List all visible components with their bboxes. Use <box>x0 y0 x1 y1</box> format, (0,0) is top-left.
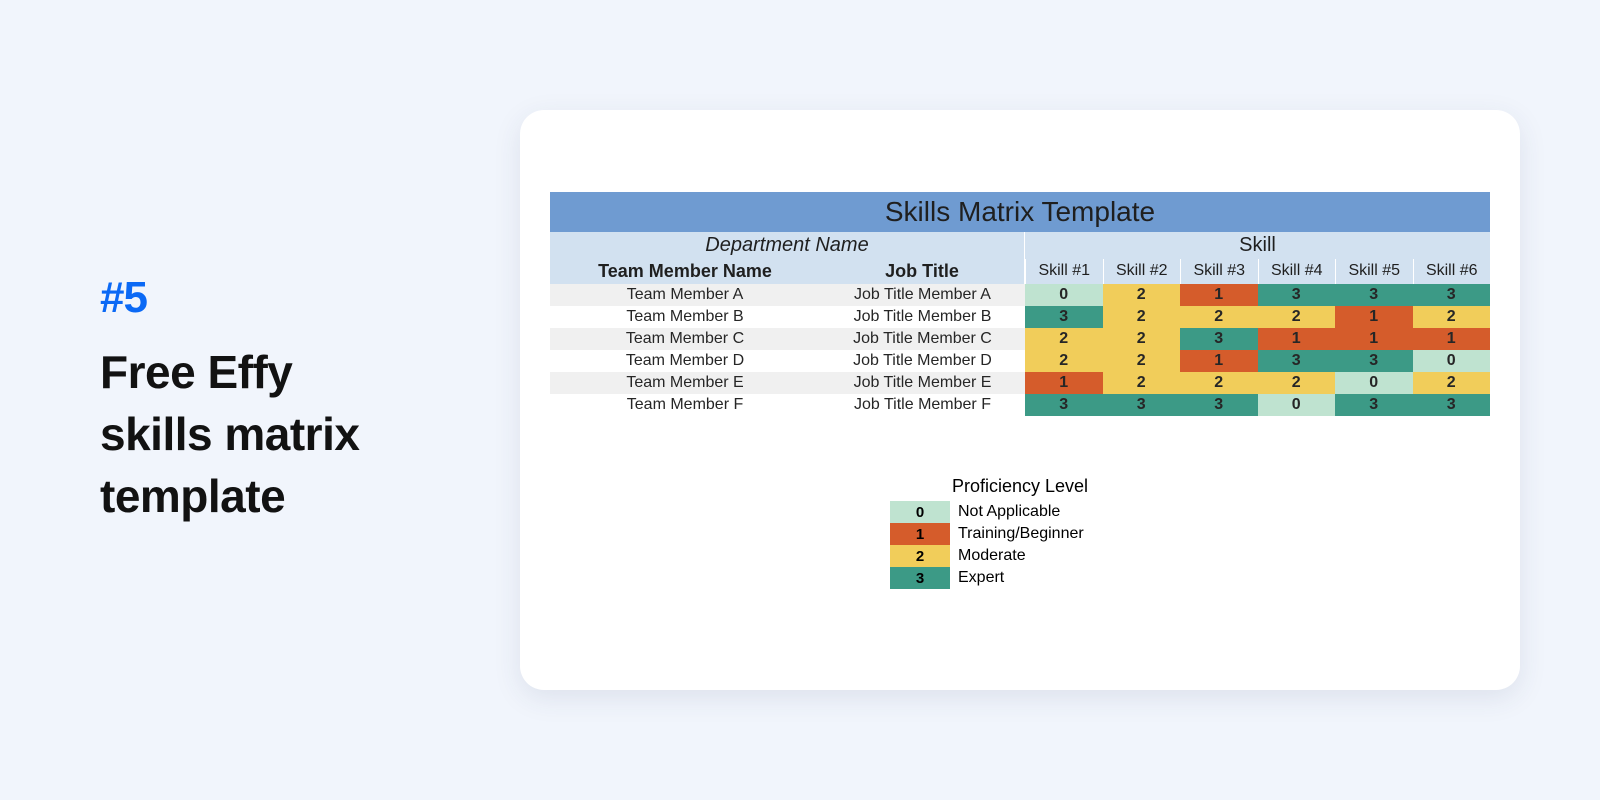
title-line-3: template <box>100 465 460 527</box>
cell-score: 1 <box>1025 372 1103 394</box>
cell-score: 3 <box>1258 284 1336 306</box>
left-column: #5 Free Effy skills matrix template <box>100 273 460 527</box>
item-title: Free Effy skills matrix template <box>100 341 460 527</box>
cell-job-title: Job Title Member B <box>820 306 1025 328</box>
cell-score: 2 <box>1025 350 1103 372</box>
cell-score: 3 <box>1258 350 1336 372</box>
cell-score: 0 <box>1335 372 1413 394</box>
skills-matrix: Skills Matrix Template Department Name S… <box>550 192 1490 416</box>
matrix-body: Team Member AJob Title Member A021333Tea… <box>550 284 1490 416</box>
col-header-skill: Skill #4 <box>1258 259 1336 284</box>
cell-score: 3 <box>1103 394 1181 416</box>
col-header-skill: Skill #6 <box>1413 259 1491 284</box>
title-line-2: skills matrix <box>100 403 460 465</box>
cell-score: 2 <box>1103 306 1181 328</box>
legend-label: Not Applicable <box>950 503 1060 521</box>
cell-member-name: Team Member B <box>550 306 820 328</box>
table-row: Team Member EJob Title Member E122202 <box>550 372 1490 394</box>
legend-title: Proficiency Level <box>890 476 1150 497</box>
col-header-skill: Skill #3 <box>1180 259 1258 284</box>
cell-score: 3 <box>1335 284 1413 306</box>
cell-member-name: Team Member A <box>550 284 820 306</box>
cell-score: 2 <box>1413 372 1491 394</box>
legend-row: 0Not Applicable <box>890 501 1150 523</box>
legend-row: 2Moderate <box>890 545 1150 567</box>
cell-member-name: Team Member E <box>550 372 820 394</box>
cell-score: 2 <box>1258 306 1336 328</box>
proficiency-legend: Proficiency Level 0Not Applicable1Traini… <box>550 476 1490 589</box>
col-header-skill: Skill #5 <box>1335 259 1413 284</box>
cell-score: 0 <box>1258 394 1336 416</box>
cell-job-title: Job Title Member A <box>820 284 1025 306</box>
col-header-skill: Skill #2 <box>1103 259 1181 284</box>
cell-job-title: Job Title Member D <box>820 350 1025 372</box>
table-row: Team Member AJob Title Member A021333 <box>550 284 1490 306</box>
legend-swatch: 3 <box>890 567 950 589</box>
cell-score: 2 <box>1103 328 1181 350</box>
cell-job-title: Job Title Member F <box>820 394 1025 416</box>
template-card: Skills Matrix Template Department Name S… <box>520 110 1520 690</box>
col-header-job: Job Title <box>820 259 1025 284</box>
col-header-member: Team Member Name <box>550 259 820 284</box>
cell-score: 1 <box>1258 328 1336 350</box>
cell-member-name: Team Member C <box>550 328 820 350</box>
cell-score: 3 <box>1413 284 1491 306</box>
cell-score: 2 <box>1180 306 1258 328</box>
cell-job-title: Job Title Member C <box>820 328 1025 350</box>
cell-member-name: Team Member D <box>550 350 820 372</box>
table-row: Team Member DJob Title Member D221330 <box>550 350 1490 372</box>
cell-score: 3 <box>1335 394 1413 416</box>
item-number: #5 <box>100 273 460 323</box>
legend-label: Expert <box>950 569 1004 587</box>
cell-score: 3 <box>1180 394 1258 416</box>
matrix-header-row: Team Member Name Job Title Skill #1 Skil… <box>550 259 1490 284</box>
cell-score: 3 <box>1335 350 1413 372</box>
legend-swatch: 2 <box>890 545 950 567</box>
cell-score: 3 <box>1413 394 1491 416</box>
cell-job-title: Job Title Member E <box>820 372 1025 394</box>
legend-row: 1Training/Beginner <box>890 523 1150 545</box>
cell-score: 1 <box>1180 284 1258 306</box>
cell-score: 3 <box>1025 394 1103 416</box>
cell-score: 2 <box>1103 372 1181 394</box>
legend-label: Training/Beginner <box>950 525 1084 543</box>
cell-score: 2 <box>1103 350 1181 372</box>
table-row: Team Member BJob Title Member B322212 <box>550 306 1490 328</box>
cell-score: 0 <box>1413 350 1491 372</box>
legend-swatch: 0 <box>890 501 950 523</box>
table-row: Team Member FJob Title Member F333033 <box>550 394 1490 416</box>
table-row: Team Member CJob Title Member C223111 <box>550 328 1490 350</box>
matrix-subheader: Department Name Skill <box>550 232 1490 259</box>
legend-label: Moderate <box>950 547 1026 565</box>
matrix-title: Skills Matrix Template <box>550 192 1490 232</box>
skill-group-label: Skill <box>1025 232 1490 259</box>
cell-score: 3 <box>1180 328 1258 350</box>
cell-score: 2 <box>1025 328 1103 350</box>
cell-score: 2 <box>1103 284 1181 306</box>
cell-score: 2 <box>1258 372 1336 394</box>
cell-score: 1 <box>1335 328 1413 350</box>
department-label: Department Name <box>550 232 1025 259</box>
legend-items: 0Not Applicable1Training/Beginner2Modera… <box>890 501 1150 589</box>
cell-score: 3 <box>1025 306 1103 328</box>
cell-score: 1 <box>1180 350 1258 372</box>
cell-score: 1 <box>1413 328 1491 350</box>
cell-score: 2 <box>1413 306 1491 328</box>
cell-score: 1 <box>1335 306 1413 328</box>
cell-score: 2 <box>1180 372 1258 394</box>
cell-score: 0 <box>1025 284 1103 306</box>
title-line-1: Free Effy <box>100 341 460 403</box>
col-header-skill: Skill #1 <box>1025 259 1103 284</box>
legend-swatch: 1 <box>890 523 950 545</box>
cell-member-name: Team Member F <box>550 394 820 416</box>
legend-row: 3Expert <box>890 567 1150 589</box>
